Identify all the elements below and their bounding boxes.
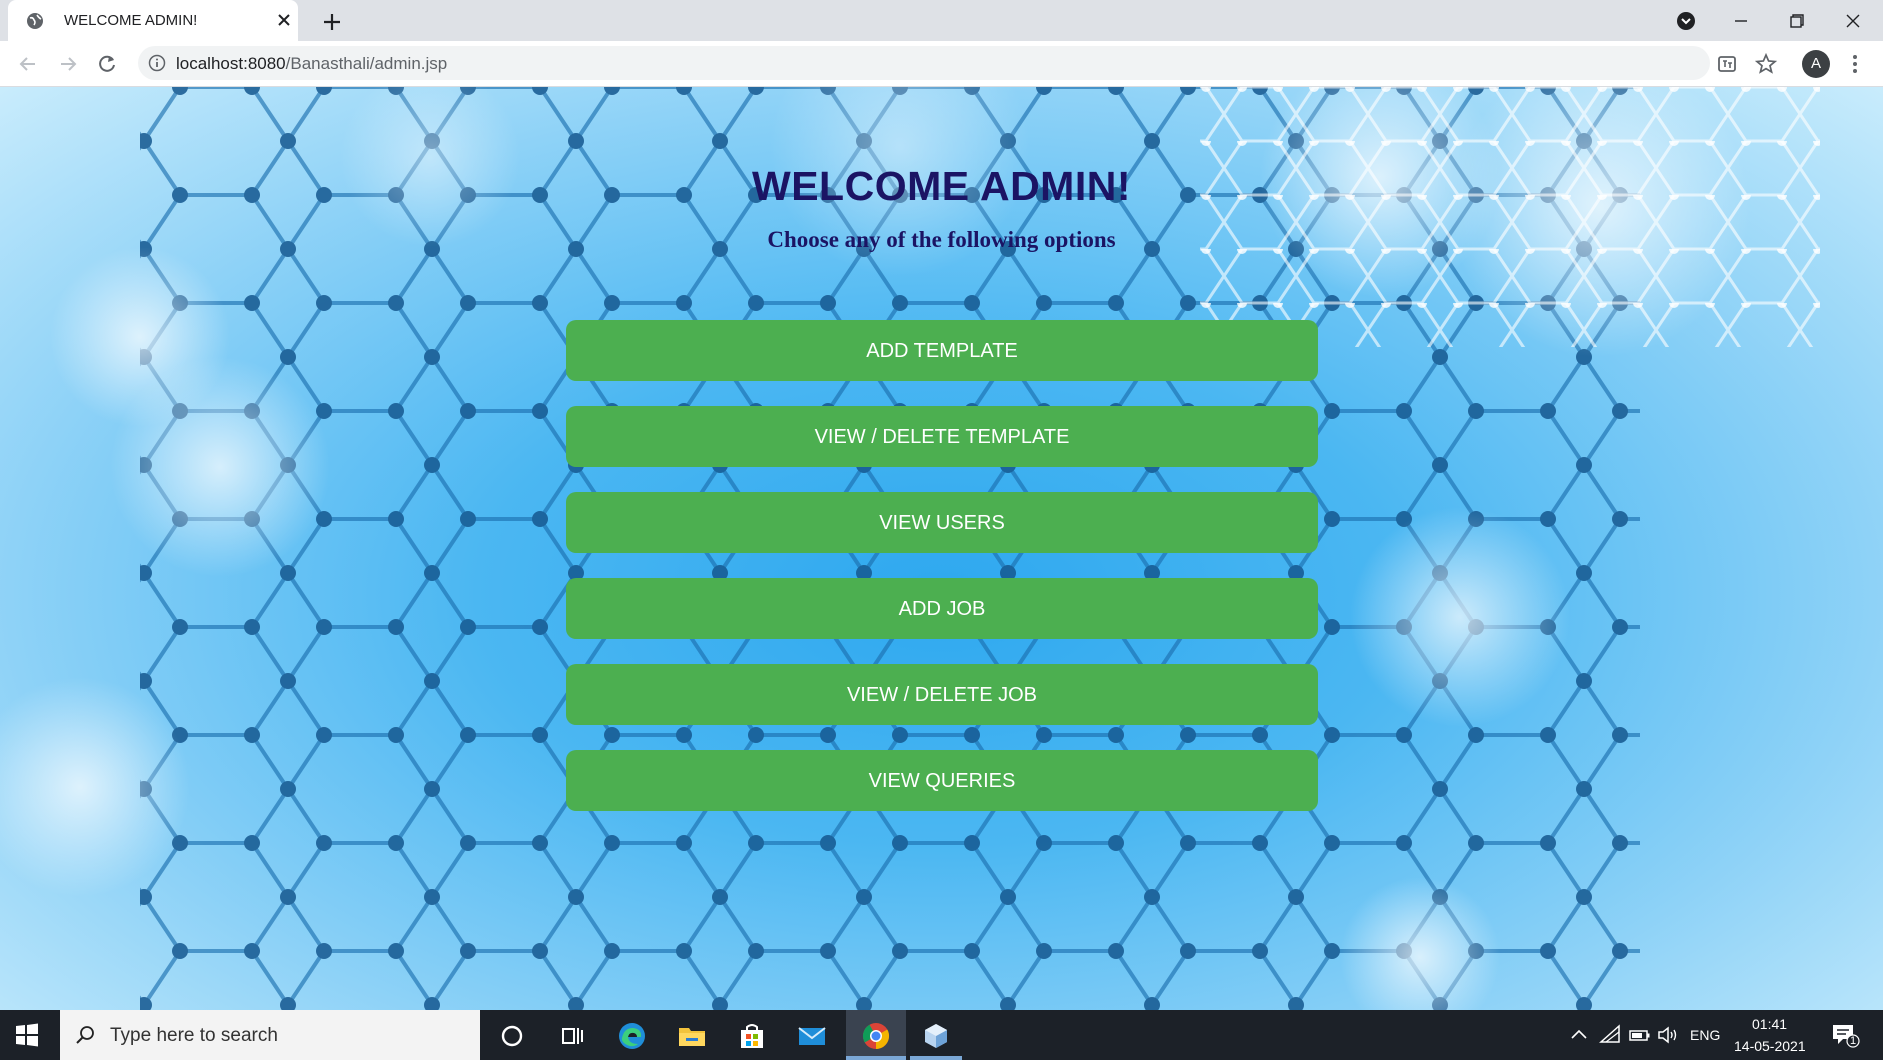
- page-title: WELCOME ADMIN!: [752, 163, 1131, 209]
- windows-start-icon[interactable]: [14, 1022, 40, 1048]
- cortana-icon[interactable]: [496, 1020, 528, 1052]
- view-users-button[interactable]: VIEW USERS: [566, 492, 1318, 553]
- close-window-icon[interactable]: [1840, 8, 1866, 34]
- page-subtitle: Choose any of the following options: [767, 227, 1116, 252]
- close-tab-icon[interactable]: [274, 10, 294, 30]
- battery-icon[interactable]: [1628, 1022, 1652, 1048]
- store-icon[interactable]: [736, 1020, 768, 1052]
- menu-dots-icon[interactable]: [1842, 51, 1868, 77]
- tab-title: WELCOME ADMIN!: [64, 12, 198, 29]
- view-queries-button[interactable]: VIEW QUERIES: [566, 750, 1318, 811]
- url-text[interactable]: localhost:8080/Banasthali/admin.jsp: [176, 54, 447, 74]
- search-icon: [76, 1026, 94, 1044]
- volume-icon[interactable]: [1656, 1022, 1680, 1048]
- app-running-indicator: [910, 1056, 962, 1060]
- clock-time[interactable]: 01:41: [1752, 1016, 1787, 1032]
- reload-icon[interactable]: [94, 51, 120, 77]
- task-view-icon[interactable]: [556, 1020, 588, 1052]
- add-template-button[interactable]: ADD TEMPLATE: [566, 320, 1318, 381]
- chrome-icon[interactable]: [860, 1020, 892, 1052]
- view-delete-job-button[interactable]: VIEW / DELETE JOB: [566, 664, 1318, 725]
- language-indicator[interactable]: ENG: [1690, 1027, 1720, 1043]
- tab-welcome-admin[interactable]: WELCOME ADMIN!: [8, 0, 298, 41]
- back-icon[interactable]: [15, 51, 41, 77]
- globe-icon: [27, 13, 43, 29]
- forward-icon[interactable]: [55, 51, 81, 77]
- search-placeholder: Type here to search: [110, 1025, 278, 1046]
- address-bar[interactable]: localhost:8080/Banasthali/admin.jsp: [138, 46, 1710, 80]
- tab-strip: WELCOME ADMIN!: [0, 0, 1883, 41]
- view-delete-template-button[interactable]: VIEW / DELETE TEMPLATE: [566, 406, 1318, 467]
- app-cube-icon[interactable]: [920, 1020, 952, 1052]
- site-info-icon[interactable]: [148, 54, 166, 72]
- taskbar-search-box[interactable]: Type here to search: [60, 1010, 480, 1060]
- clock-date[interactable]: 14-05-2021: [1734, 1038, 1806, 1054]
- url-path: /Banasthali/admin.jsp: [285, 54, 448, 73]
- profile-avatar[interactable]: A: [1802, 50, 1830, 78]
- page-content: WELCOME ADMIN! Choose any of the followi…: [0, 87, 1883, 1010]
- minimize-icon[interactable]: [1728, 8, 1754, 34]
- admin-options-menu: ADD TEMPLATE VIEW / DELETE TEMPLATE VIEW…: [566, 320, 1318, 836]
- restore-icon[interactable]: [1784, 8, 1810, 34]
- windows-taskbar: Type here to search ENG 01:41 14-05-2021…: [0, 1010, 1883, 1060]
- browser-window: WELCOME ADMIN! localhost:8080/Banasthali…: [0, 0, 1883, 1010]
- tab-search-icon[interactable]: [1676, 11, 1696, 31]
- url-host: localhost:8080: [176, 54, 286, 73]
- translate-icon[interactable]: [1714, 51, 1740, 77]
- bookmark-star-icon[interactable]: [1753, 51, 1779, 77]
- network-icon[interactable]: [1598, 1022, 1622, 1048]
- mail-icon[interactable]: [796, 1020, 828, 1052]
- show-hidden-icons-icon[interactable]: [1568, 1022, 1590, 1048]
- notification-count: 1: [1850, 1035, 1857, 1047]
- chrome-running-indicator: [846, 1056, 906, 1060]
- browser-toolbar: localhost:8080/Banasthali/admin.jsp A: [0, 41, 1883, 87]
- edge-icon[interactable]: [616, 1020, 648, 1052]
- new-tab-icon[interactable]: [320, 10, 344, 34]
- file-explorer-icon[interactable]: [676, 1020, 708, 1052]
- add-job-button[interactable]: ADD JOB: [566, 578, 1318, 639]
